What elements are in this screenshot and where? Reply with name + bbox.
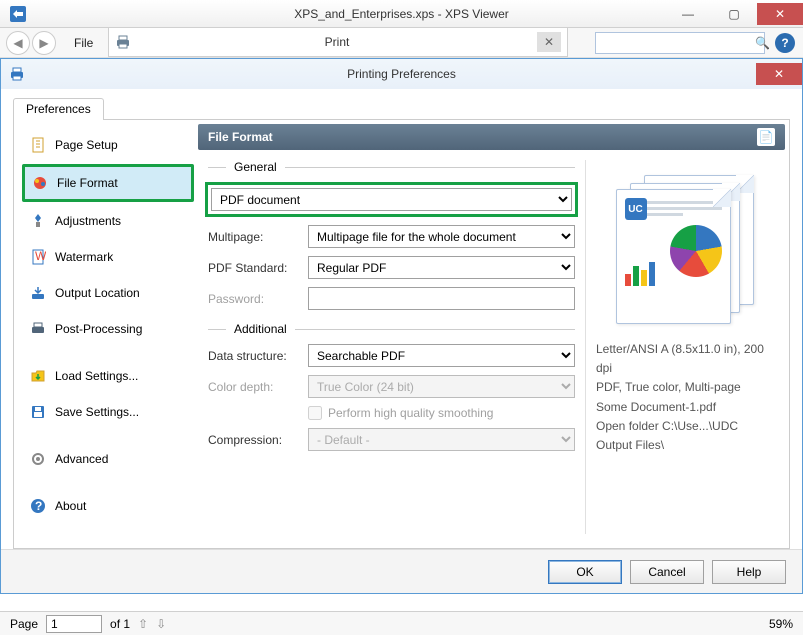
page-of: of 1	[110, 617, 130, 631]
page-setup-icon	[29, 136, 47, 154]
help-icon: ?	[29, 497, 47, 515]
save-settings-icon	[29, 403, 47, 421]
adjustments-icon	[29, 212, 47, 230]
preferences-nav: Page Setup File Format Adjustments W Wat…	[18, 124, 198, 544]
pdf-standard-label: PDF Standard:	[208, 261, 308, 275]
nav-advanced[interactable]: Advanced	[22, 442, 194, 476]
file-format-select[interactable]: PDF document	[211, 188, 572, 211]
file-format-panel: File Format 📄 General	[198, 124, 785, 544]
compression-label: Compression:	[208, 433, 308, 447]
nav-watermark[interactable]: W Watermark	[22, 240, 194, 274]
additional-label: Additional	[234, 322, 287, 336]
nav-adjustments[interactable]: Adjustments	[22, 204, 194, 238]
general-label: General	[234, 160, 277, 174]
file-menu[interactable]: File	[66, 32, 101, 54]
svg-text:?: ?	[35, 499, 42, 513]
multipage-select[interactable]: Multipage file for the whole document	[308, 225, 575, 248]
multipage-label: Multipage:	[208, 230, 308, 244]
close-button[interactable]: ✕	[757, 3, 803, 25]
gear-icon	[29, 450, 47, 468]
tab-strip: Preferences	[13, 97, 790, 119]
load-settings-icon	[29, 367, 47, 385]
color-depth-select: True Color (24 bit)	[308, 375, 575, 398]
compression-select: - Default -	[308, 428, 575, 451]
file-format-select-highlight: PDF document	[205, 182, 578, 217]
print-tab: Print ✕	[108, 28, 568, 57]
nav-forward-button[interactable]: ▶	[32, 31, 56, 55]
toolbar: ◀ ▶ File Print ✕ 🔍 ?	[0, 28, 803, 58]
preview-line4: Open folder C:\Use...\UDC Output Files\	[596, 417, 775, 455]
color-depth-label: Color depth:	[208, 380, 308, 394]
nav-label: Adjustments	[55, 214, 121, 228]
preview-line2: PDF, True color, Multi-page	[596, 378, 775, 397]
data-structure-select[interactable]: Searchable PDF	[308, 344, 575, 367]
preview-line3: Some Document-1.pdf	[596, 398, 775, 417]
print-tab-close[interactable]: ✕	[537, 32, 561, 52]
panel-header-icon: 📄	[757, 128, 775, 146]
data-structure-label: Data structure:	[208, 349, 308, 363]
nav-label: Output Location	[55, 286, 140, 300]
status-bar: Page of 1 ⇧ ⇩ 59%	[0, 611, 803, 635]
nav-label: Post-Processing	[55, 322, 142, 336]
dialog-title: Printing Preferences	[1, 67, 802, 81]
nav-label: Load Settings...	[55, 369, 138, 383]
nav-label: Page Setup	[55, 138, 118, 152]
nav-label: About	[55, 499, 86, 513]
help-button[interactable]: ?	[775, 33, 795, 53]
nav-page-setup[interactable]: Page Setup	[22, 128, 194, 162]
password-field	[308, 287, 575, 310]
printer-icon[interactable]	[109, 34, 137, 50]
zoom-level: 59%	[769, 617, 793, 631]
nav-label: File Format	[57, 176, 118, 190]
nav-label: Watermark	[55, 250, 113, 264]
dialog-close-button[interactable]: ✕	[756, 63, 802, 85]
search-icon[interactable]: 🔍	[755, 36, 770, 50]
nav-back-button[interactable]: ◀	[6, 31, 30, 55]
dialog-footer: OK Cancel Help	[1, 549, 802, 593]
help-button[interactable]: Help	[712, 560, 786, 584]
preview-line1: Letter/ANSI A (8.5x11.0 in), 200 dpi	[596, 340, 775, 378]
printing-preferences-dialog: Printing Preferences ✕ Preferences Page …	[0, 58, 803, 594]
smoothing-label: Perform high quality smoothing	[328, 406, 493, 420]
page-number-field[interactable]	[46, 615, 102, 633]
minimize-button[interactable]: —	[665, 3, 711, 25]
tab-preferences[interactable]: Preferences	[13, 98, 104, 120]
nav-load-settings[interactable]: Load Settings...	[22, 359, 194, 393]
window-titlebar: XPS_and_Enterprises.xps - XPS Viewer — ▢…	[0, 0, 803, 28]
smoothing-check	[308, 406, 322, 420]
preview-column: UC Letter/ANSI A (8.5x11.0 in), 200 dpi …	[585, 160, 775, 534]
nav-label: Save Settings...	[55, 405, 139, 419]
page-label: Page	[10, 617, 38, 631]
nav-about[interactable]: ? About	[22, 489, 194, 523]
nav-post-processing[interactable]: Post-Processing	[22, 312, 194, 346]
search-input[interactable]: 🔍	[595, 32, 765, 54]
dialog-titlebar: Printing Preferences ✕	[1, 59, 802, 89]
pdf-standard-select[interactable]: Regular PDF	[308, 256, 575, 279]
password-label: Password:	[208, 292, 308, 306]
maximize-button[interactable]: ▢	[711, 3, 757, 25]
nav-output-location[interactable]: Output Location	[22, 276, 194, 310]
file-format-icon	[31, 174, 49, 192]
watermark-icon: W	[29, 248, 47, 266]
smoothing-checkbox: Perform high quality smoothing	[308, 406, 575, 420]
nav-save-settings[interactable]: Save Settings...	[22, 395, 194, 429]
xps-viewer-icon	[6, 2, 30, 26]
next-page-button[interactable]: ⇩	[156, 617, 166, 631]
svg-text:W: W	[35, 249, 46, 263]
preview-thumbnail: UC	[596, 160, 775, 330]
prev-page-button[interactable]: ⇧	[138, 617, 148, 631]
output-location-icon	[29, 284, 47, 302]
preview-info: Letter/ANSI A (8.5x11.0 in), 200 dpi PDF…	[596, 340, 775, 455]
printer-icon	[9, 66, 25, 82]
nav-file-format[interactable]: File Format	[22, 164, 194, 202]
nav-label: Advanced	[55, 452, 108, 466]
cancel-button[interactable]: Cancel	[630, 560, 704, 584]
panel-title: File Format	[208, 130, 273, 144]
post-processing-icon	[29, 320, 47, 338]
ok-button[interactable]: OK	[548, 560, 622, 584]
search-field[interactable]	[600, 36, 755, 50]
panel-header: File Format 📄	[198, 124, 785, 150]
print-title: Print	[137, 35, 537, 49]
